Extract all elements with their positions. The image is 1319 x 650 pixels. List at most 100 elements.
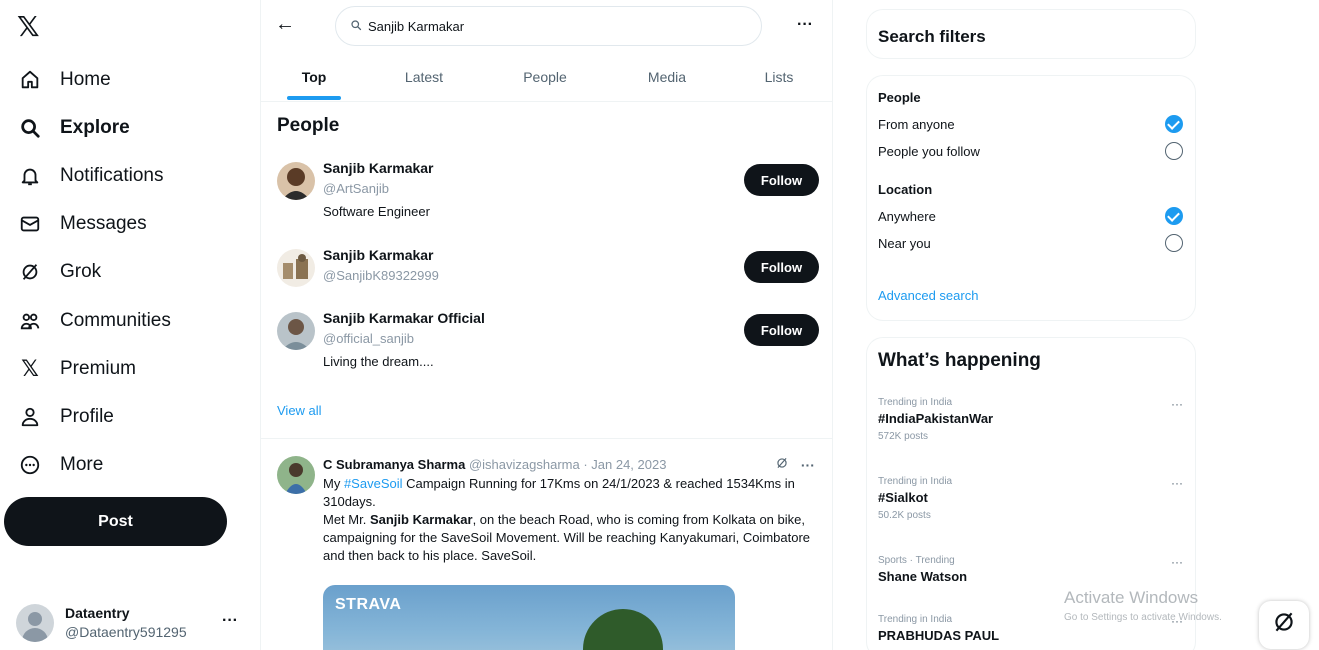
account-handle: @Dataentry591295 bbox=[65, 624, 187, 640]
strava-logo-text: STRAVA bbox=[335, 596, 402, 613]
search-icon bbox=[18, 116, 42, 140]
nav-item-messages[interactable]: Messages bbox=[18, 204, 147, 244]
nav-label-grok: Grok bbox=[60, 261, 102, 282]
search-icon bbox=[350, 19, 362, 34]
filter-anywhere[interactable]: Anywhere bbox=[878, 209, 936, 224]
radio-near-you[interactable] bbox=[1165, 234, 1183, 252]
account-switcher[interactable]: Dataentry @Dataentry591295 ··· bbox=[16, 598, 246, 648]
bell-icon bbox=[18, 164, 42, 188]
nav-item-premium[interactable]: 𝕏 Premium bbox=[18, 349, 136, 389]
tweet-actions: ··· bbox=[775, 456, 815, 473]
nav-item-profile[interactable]: Profile bbox=[18, 397, 114, 437]
nav-label-communities: Communities bbox=[60, 310, 171, 331]
trend-context: Trending in India bbox=[878, 397, 953, 408]
nav-item-home[interactable]: Home bbox=[18, 60, 111, 100]
trend-item[interactable]: Sports · Trending Shane Watson ··· bbox=[878, 555, 1183, 584]
follow-button[interactable]: Follow bbox=[744, 164, 819, 196]
trend-posts: 572K posts bbox=[878, 431, 929, 442]
account-name: Dataentry bbox=[65, 605, 130, 621]
user-name: Sanjib Karmakar bbox=[323, 247, 434, 263]
user-handle: @official_sanjib bbox=[323, 331, 415, 346]
nav-label-explore: Explore bbox=[60, 117, 130, 138]
avatar bbox=[277, 312, 315, 350]
more-dots-icon[interactable]: ··· bbox=[1171, 555, 1183, 569]
avatar bbox=[16, 604, 54, 642]
x-logo-icon[interactable]: 𝕏 bbox=[17, 13, 40, 41]
more-dots-icon[interactable]: ··· bbox=[222, 612, 238, 630]
user-bio: Software Engineer bbox=[323, 204, 430, 219]
tweet-text: My #SaveSoil Campaign Running for 17Kms … bbox=[323, 475, 821, 565]
advanced-search-link[interactable]: Advanced search bbox=[878, 288, 978, 303]
filter-people-you-follow[interactable]: People you follow bbox=[878, 144, 980, 159]
search-filters-title: Search filters bbox=[878, 27, 986, 46]
follow-button[interactable]: Follow bbox=[744, 251, 819, 283]
post-button[interactable]: Post bbox=[4, 497, 227, 546]
nav-label-profile: Profile bbox=[60, 406, 114, 427]
avatar bbox=[277, 249, 315, 287]
avatar bbox=[277, 162, 315, 200]
trend-topic: Shane Watson bbox=[878, 569, 968, 584]
trend-topic: PRABHUDAS PAUL bbox=[878, 628, 1000, 643]
view-all-link[interactable]: View all bbox=[277, 403, 322, 418]
nav-item-notifications[interactable]: Notifications bbox=[18, 156, 164, 196]
tweet-text-segment: My bbox=[323, 476, 344, 491]
back-arrow-icon[interactable]: ← bbox=[275, 13, 295, 36]
nav-item-explore[interactable]: Explore bbox=[18, 108, 130, 148]
activate-windows-watermark: Activate Windows Go to Settings to activ… bbox=[1064, 588, 1222, 623]
right-sidebar: Search filters People From anyone People… bbox=[862, 0, 1197, 650]
grok-icon bbox=[18, 260, 42, 284]
people-section-title: People bbox=[277, 115, 340, 136]
x-logo-icon: 𝕏 bbox=[21, 356, 39, 381]
trend-item[interactable]: Trending in India #IndiaPakistanWar 572K… bbox=[878, 397, 1183, 442]
trend-posts: 50.2K posts bbox=[878, 510, 931, 521]
trend-topic: #IndiaPakistanWar bbox=[878, 411, 994, 426]
nav-item-more[interactable]: More bbox=[18, 445, 103, 485]
grok-icon bbox=[1271, 609, 1297, 642]
more-dots-icon[interactable]: ··· bbox=[1171, 476, 1183, 490]
tab-media[interactable]: Media bbox=[609, 52, 725, 102]
user-handle: @ArtSanjib bbox=[323, 181, 389, 196]
grok-floating-button[interactable] bbox=[1259, 601, 1309, 649]
filter-from-anyone[interactable]: From anyone bbox=[878, 117, 955, 132]
follow-button[interactable]: Follow bbox=[744, 314, 819, 346]
user-handle: @SanjibK89322999 bbox=[323, 268, 439, 283]
nav-label-messages: Messages bbox=[60, 213, 147, 234]
more-dots-icon[interactable]: ··· bbox=[1171, 397, 1183, 411]
hashtag-link[interactable]: #SaveSoil bbox=[344, 476, 403, 491]
search-input[interactable] bbox=[368, 18, 728, 34]
tab-top[interactable]: Top bbox=[261, 52, 367, 102]
filter-location-heading: Location bbox=[878, 182, 933, 197]
tweet-header: C Subramanya Sharma @ishavizagsharma · J… bbox=[323, 457, 666, 472]
search-box[interactable] bbox=[335, 6, 762, 46]
tab-latest[interactable]: Latest bbox=[367, 52, 481, 102]
watermark-title: Activate Windows bbox=[1064, 588, 1199, 607]
more-dots-icon[interactable]: ··· bbox=[801, 457, 815, 473]
nav-label-premium: Premium bbox=[60, 358, 137, 379]
avatar bbox=[277, 456, 315, 494]
nav-item-grok[interactable]: Grok bbox=[18, 252, 101, 292]
search-tabs: Top Latest People Media Lists bbox=[261, 52, 833, 102]
filter-near-you[interactable]: Near you bbox=[878, 236, 931, 251]
nav-item-communities[interactable]: Communities bbox=[18, 301, 171, 341]
radio-from-anyone[interactable] bbox=[1165, 115, 1183, 133]
envelope-icon bbox=[18, 212, 42, 236]
radio-anywhere[interactable] bbox=[1165, 207, 1183, 225]
people-icon bbox=[18, 309, 42, 333]
left-navigation: 𝕏 Home Explore Notifications Messages Gr… bbox=[0, 0, 260, 650]
tweet-text-bold: Sanjib Karmakar bbox=[369, 512, 473, 527]
nav-label-more: More bbox=[60, 454, 104, 475]
tweet-author-name: C Subramanya Sharma bbox=[323, 457, 466, 472]
main-column: ← ··· Top Latest People Media Lists Peop… bbox=[260, 0, 833, 650]
more-options-icon[interactable]: ··· bbox=[797, 16, 813, 34]
trend-item[interactable]: Trending in India #Sialkot 50.2K posts ·… bbox=[878, 476, 1183, 521]
trend-context: Trending in India bbox=[878, 476, 953, 487]
whats-happening-title: What’s happening bbox=[878, 350, 1041, 371]
tab-people[interactable]: People bbox=[481, 52, 609, 102]
radio-people-you-follow[interactable] bbox=[1165, 142, 1183, 160]
grok-icon[interactable] bbox=[775, 457, 793, 473]
tweet-media-image[interactable]: STRAVA bbox=[323, 585, 735, 650]
divider bbox=[261, 438, 833, 439]
watermark-subtitle: Go to Settings to activate Windows. bbox=[1064, 612, 1222, 623]
tab-lists[interactable]: Lists bbox=[725, 52, 833, 102]
person-icon bbox=[18, 405, 42, 429]
